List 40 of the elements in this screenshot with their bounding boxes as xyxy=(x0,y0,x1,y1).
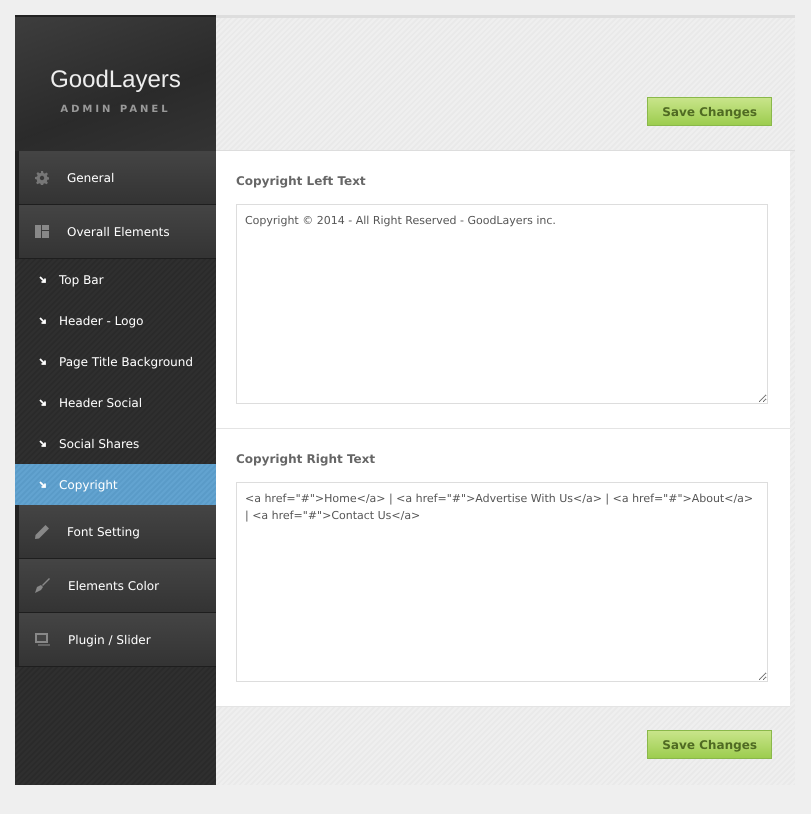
nav-section-item[interactable]: General xyxy=(15,151,216,205)
pencil-icon xyxy=(35,524,49,538)
nav-label: Elements Color xyxy=(68,578,160,592)
nav-section-item[interactable]: Font Setting xyxy=(15,505,216,559)
arrow-icon xyxy=(39,358,47,366)
arrow-icon xyxy=(39,480,47,488)
nav-section-item[interactable]: Plugin / Slider xyxy=(15,613,216,667)
nav-label: Font Setting xyxy=(67,524,140,538)
nav-subitem[interactable]: Top Bar xyxy=(15,259,216,300)
nav-subitem[interactable]: Page Title Background xyxy=(15,341,216,382)
nav-label: Plugin / Slider xyxy=(68,632,151,646)
nav-label: Top Bar xyxy=(59,272,104,286)
arrow-icon xyxy=(39,276,47,284)
nav-label: Overall Elements xyxy=(67,224,170,238)
brush-icon xyxy=(35,578,50,593)
field-label: Copyright Left Text xyxy=(236,174,367,188)
text-area[interactable]: Copyright © 2014 - All Right Reserved - GoodLayers inc. xyxy=(236,204,768,404)
nav-label: Copyright xyxy=(59,478,118,492)
nav-subitem[interactable]: Social Shares xyxy=(15,423,216,464)
nav-label: Header Social xyxy=(59,396,142,410)
text-area[interactable]: <a href="#">Home</a> | <a href="#">Advertise With Us</a> | <a href="#">About</a> | <a href="#">Contact Us</a> xyxy=(236,482,768,682)
save-button[interactable]: Save Changes xyxy=(647,97,772,126)
logo-title: GoodLayers xyxy=(50,66,181,94)
monitor-icon xyxy=(35,633,50,646)
save-button[interactable]: Save Changes xyxy=(647,730,772,759)
layout-icon xyxy=(35,225,49,238)
nav-label: General xyxy=(67,170,114,184)
nav-section-item[interactable]: Overall Elements xyxy=(15,205,216,259)
gear-icon xyxy=(35,170,49,184)
arrow-icon xyxy=(39,316,47,324)
arrow-icon xyxy=(39,440,47,448)
nav-section-item[interactable]: Elements Color xyxy=(15,559,216,613)
nav-subitem[interactable]: Header Social xyxy=(15,382,216,423)
nav-subitem[interactable]: Header - Logo xyxy=(15,300,216,341)
nav-label: Header - Logo xyxy=(59,314,144,328)
field-label: Copyright Right Text xyxy=(236,452,376,466)
logo-subtitle: ADMIN PANEL xyxy=(60,104,171,114)
arrow-icon xyxy=(39,398,47,406)
nav-label: Social Shares xyxy=(59,436,140,450)
nav-label: Page Title Background xyxy=(59,354,193,368)
